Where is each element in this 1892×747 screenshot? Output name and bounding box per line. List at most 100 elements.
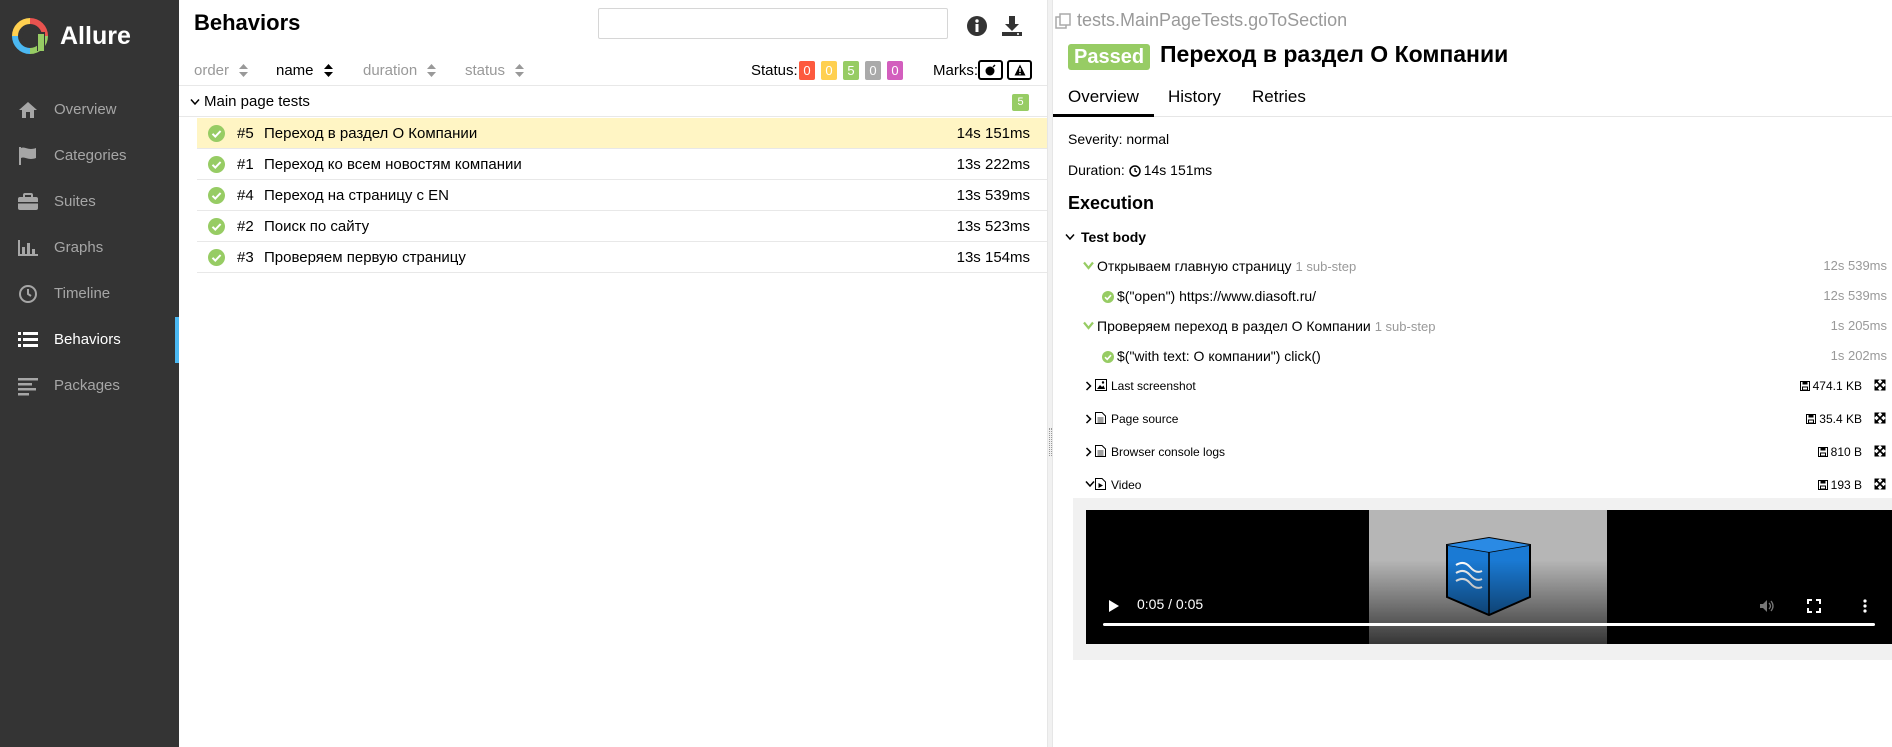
sidebar-item-label: Graphs	[54, 239, 104, 256]
play-icon[interactable]	[1108, 599, 1120, 613]
download-icon[interactable]	[1001, 15, 1023, 37]
more-vertical-icon[interactable]	[1863, 599, 1867, 613]
duration-label: Duration:	[1068, 162, 1125, 178]
test-number: #5	[237, 125, 254, 142]
image-icon	[1095, 379, 1107, 391]
step-row[interactable]: $("with text: О компании") click() 1s 20…	[1053, 345, 1892, 369]
step-row[interactable]: Проверяем переход в раздел О Компании 1 s…	[1053, 315, 1892, 339]
sidebar-item-graphs[interactable]: Graphs	[0, 225, 179, 271]
test-body-label: Test body	[1081, 229, 1147, 245]
video-progress-bar[interactable]	[1103, 623, 1875, 626]
step-row[interactable]: Открываем главную страницу 1 sub-step 12s…	[1053, 255, 1892, 279]
sidebar-item-behaviors[interactable]: Behaviors	[0, 317, 179, 363]
tree-row[interactable]: #2 Поиск по сайту 13s 523ms	[197, 211, 1047, 242]
tree-group-main-page-tests[interactable]: Main page tests 5	[179, 87, 1047, 117]
sort-by-duration[interactable]: duration	[363, 62, 437, 79]
bomb-icon	[985, 64, 996, 76]
brand[interactable]: Allure	[12, 18, 131, 54]
step-duration: 12s 539ms	[1823, 288, 1887, 303]
tab-overview[interactable]: Overview	[1053, 87, 1154, 117]
full-name-text: tests.MainPageTests.goToSection	[1077, 10, 1348, 30]
passed-count-toggle[interactable]: 5	[843, 61, 859, 80]
save-icon	[1817, 447, 1828, 457]
tree-row[interactable]: #1 Переход ко всем новостям компании 13s…	[197, 149, 1047, 180]
file-icon	[1095, 412, 1106, 424]
attachment-row[interactable]: Page source 35.4 KB	[1053, 406, 1892, 432]
sort-label: duration	[363, 62, 418, 79]
video-player[interactable]: 0:05 / 0:05	[1086, 510, 1892, 644]
new-failed-mark-toggle[interactable]	[1007, 60, 1032, 80]
step-substep-count: 1 sub-step	[1374, 319, 1436, 334]
copy-icon[interactable]	[1055, 12, 1071, 29]
test-number: #1	[237, 156, 254, 173]
test-duration: 14s 151ms	[956, 125, 1030, 142]
tab-retries[interactable]: Retries	[1252, 87, 1306, 117]
severity: Severity: normal	[1068, 131, 1170, 147]
attachment-row[interactable]: Browser console logs 810 B	[1053, 439, 1892, 465]
unknown-count-toggle[interactable]: 0	[887, 61, 903, 80]
sidebar-item-label: Suites	[54, 193, 96, 210]
sidebar-item-suites[interactable]: Suites	[0, 179, 179, 225]
warning-icon	[1014, 64, 1026, 76]
attachment-row[interactable]: Last screenshot 474.1 KB	[1053, 373, 1892, 399]
volume-icon[interactable]	[1759, 599, 1775, 613]
step-substep-count: 1 sub-step	[1295, 259, 1357, 274]
info-icon[interactable]	[966, 15, 988, 37]
result-tabs: Overview History Retries	[1053, 82, 1892, 117]
file-icon	[1095, 445, 1106, 457]
flaky-mark-toggle[interactable]	[978, 60, 1003, 80]
splitter-grip-icon	[1049, 428, 1052, 456]
sort-by-status[interactable]: status	[465, 62, 525, 79]
align-left-icon	[18, 378, 38, 396]
tree-row[interactable]: #4 Переход на страницу с EN 13s 539ms	[197, 180, 1047, 211]
sidebar-item-timeline[interactable]: Timeline	[0, 271, 179, 317]
sidebar-item-categories[interactable]: Categories	[0, 133, 179, 179]
allure-logo-icon	[12, 18, 48, 54]
test-number: #3	[237, 249, 254, 266]
test-duration: 13s 539ms	[956, 187, 1030, 204]
tab-history[interactable]: History	[1168, 87, 1221, 117]
search-input[interactable]	[598, 8, 948, 39]
expand-icon[interactable]	[1874, 412, 1886, 424]
broken-count-toggle[interactable]: 0	[821, 61, 837, 80]
test-duration: 13s 523ms	[956, 218, 1030, 235]
sidebar-item-overview[interactable]: Overview	[0, 87, 179, 133]
step-duration: 12s 539ms	[1823, 258, 1887, 273]
step-name: $("open") https://www.diasoft.ru/	[1117, 288, 1317, 304]
chevron-down-icon	[1083, 261, 1094, 270]
expand-icon[interactable]	[1874, 445, 1886, 457]
list-icon	[18, 332, 38, 347]
sidebar-item-packages[interactable]: Packages	[0, 363, 179, 409]
check-circle-icon	[208, 187, 225, 204]
tree-row[interactable]: #3 Проверяем первую страницу 13s 154ms	[197, 242, 1047, 273]
chevron-right-icon	[1085, 381, 1092, 391]
sort-by-order[interactable]: order	[194, 62, 249, 79]
bar-chart-icon	[18, 240, 38, 256]
page-title: Behaviors	[194, 10, 301, 35]
attachment-size: 35.4 KB	[1806, 412, 1862, 426]
step-row[interactable]: $("open") https://www.diasoft.ru/ 12s 53…	[1053, 285, 1892, 309]
attachment-name: Video	[1111, 478, 1142, 492]
status-filter-label: Status:	[751, 62, 798, 79]
test-body-toggle[interactable]: Test body	[1065, 229, 1146, 245]
sort-icon	[239, 64, 249, 77]
attachment-name: Last screenshot	[1111, 379, 1196, 393]
expand-icon[interactable]	[1874, 379, 1886, 391]
sidebar-nav: Overview Categories Suites Graphs Timeli…	[0, 87, 179, 409]
sort-by-name[interactable]: name	[276, 62, 333, 79]
tree-row[interactable]: #5 Переход в раздел О Компании 14s 151ms	[197, 118, 1047, 149]
failed-count-toggle[interactable]: 0	[799, 61, 815, 80]
test-name: Переход на страницу с EN	[264, 187, 450, 204]
test-name: Переход ко всем новостям компании	[264, 156, 522, 173]
chevron-down-icon	[190, 99, 200, 106]
expand-icon[interactable]	[1874, 478, 1886, 490]
skipped-count-toggle[interactable]: 0	[865, 61, 881, 80]
check-circle-icon	[1102, 291, 1114, 303]
fullscreen-icon[interactable]	[1807, 599, 1821, 613]
video-attachment-panel: 0:05 / 0:05	[1073, 498, 1892, 660]
sort-icon	[323, 64, 333, 77]
attachment-row[interactable]: Video 193 B	[1053, 472, 1892, 498]
chevron-right-icon	[1085, 447, 1092, 457]
flag-icon	[19, 147, 36, 165]
sort-icon	[515, 64, 525, 77]
